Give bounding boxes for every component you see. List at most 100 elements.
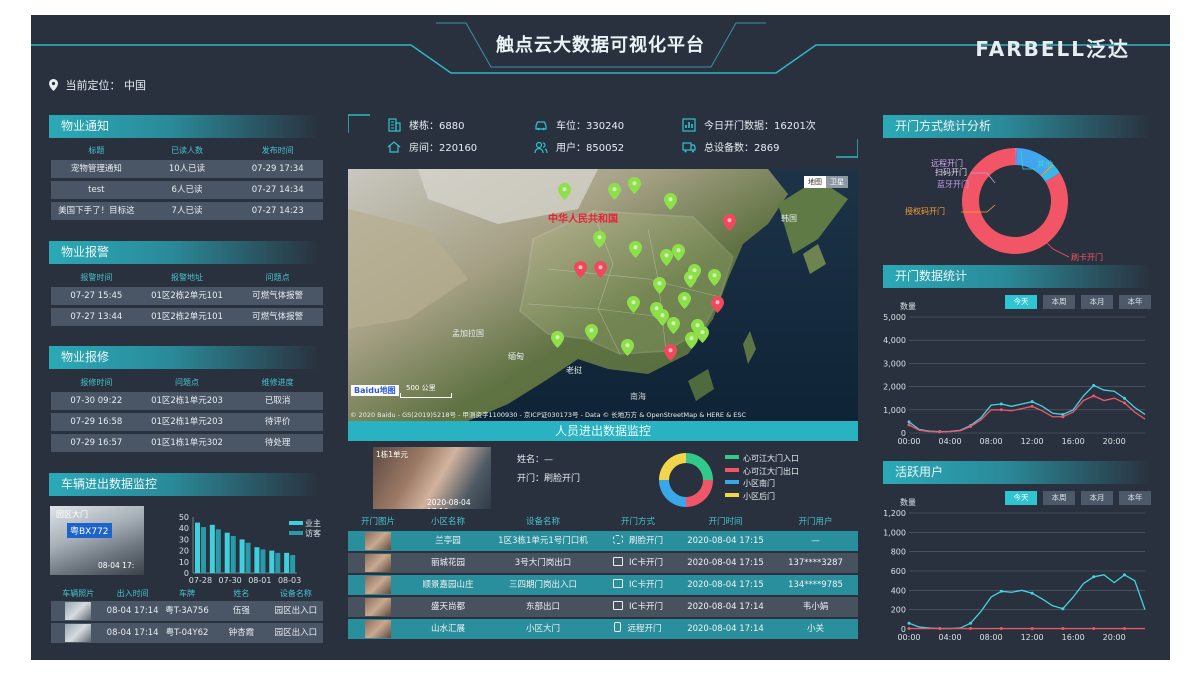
dashboard: 触点云大数据可视化平台 FARBELL泛达 当前定位： 中国 物业通知 标题 已…: [31, 15, 1170, 660]
map-marker-alert[interactable]: [594, 261, 607, 281]
vehicle-cell: 钟杏霞: [228, 628, 255, 638]
active-x-tick: 12:00: [1021, 633, 1044, 642]
vehicle-plate: 粤BX772: [67, 523, 112, 538]
access-cell: 顺景嘉园山庄: [422, 580, 474, 590]
active-point: [907, 627, 911, 631]
map-pin-icon: [627, 296, 640, 313]
map-marker[interactable]: [629, 241, 642, 261]
stat-today-open: 今日开门数据：16201次: [682, 117, 816, 132]
map-marker[interactable]: [667, 317, 680, 337]
map-marker-alert[interactable]: [711, 296, 724, 316]
map-marker[interactable]: [585, 324, 598, 344]
ic-card-icon: [613, 601, 624, 610]
vehicle-bar: [224, 532, 230, 573]
access-row[interactable]: 丽城花园 3号大门岗出口 IC卡开门 2020-08-04 17:15 137*…: [348, 553, 858, 573]
access-row[interactable]: 顺景嘉园山庄 三四期门岗出入口 IC卡开门 2020-08-04 17:15 1…: [348, 575, 858, 595]
vehicle-photo[interactable]: 园区大门 粤BX772 08-04 17:: [50, 506, 144, 575]
stat-today-open-label: 今日开门数据：: [704, 121, 774, 132]
repair-row[interactable]: 07-29 16:57 01区1栋1单元302 待处理: [51, 434, 323, 452]
active-users-tab-month[interactable]: 本月: [1081, 491, 1113, 505]
door-stats-tab-week[interactable]: 本周: [1043, 295, 1075, 309]
active-point: [999, 627, 1003, 631]
vehicle-col-device: 设备名称: [279, 589, 312, 598]
map-marker[interactable]: [684, 271, 697, 291]
repair-row[interactable]: 07-29 16:58 01区2栋1单元203 待评价: [51, 413, 323, 431]
notice-row[interactable]: 美国下手了！目标这 7人已读 07-27 14:23: [51, 202, 323, 220]
map-pin-icon: [574, 261, 587, 278]
stat-users: 用户：850052: [534, 139, 624, 154]
door-stats-tab-month[interactable]: 本月: [1081, 295, 1113, 309]
door-stats-tab-today[interactable]: 今天: [1005, 295, 1037, 309]
repair-col-issue: 问题点: [175, 378, 199, 387]
map-marker[interactable]: [558, 183, 571, 203]
access-row[interactable]: 兰亭园 1区3栋1单元1号门口机 刷脸开门 2020-08-04 17:15 —: [348, 531, 858, 551]
access-cell: 3号大门岗出口: [514, 558, 572, 568]
vehicle-legend-label: 业主: [305, 518, 321, 528]
alarm-col-time: 报警时间: [80, 273, 113, 282]
vehicle-row[interactable]: 08-04 17:14 粤T-3A756 伍强 园区出入口: [51, 601, 323, 621]
access-row[interactable]: 山水汇展 小区大门 远程开门 2020-08-04 17:14 小关: [348, 619, 858, 639]
alarm-row[interactable]: 07-27 13:44 01区2栋2单元101 可燃气体报警: [51, 308, 323, 326]
vehicle-bar: [215, 529, 221, 573]
vehicle-thumb: [51, 623, 105, 643]
bar-chart-icon: [682, 118, 696, 132]
vehicle-bar: [284, 552, 290, 573]
face-photo-caption: 1栋1单元: [376, 450, 409, 459]
map-marker[interactable]: [621, 339, 634, 359]
door-stats-tabs: 今天 本周 本月 本年: [1005, 295, 1151, 309]
access-row[interactable]: 盛天尚都 东部出口 IC卡开门 2020-08-04 17:14 韦小娟: [348, 597, 858, 617]
active-users-tab-year[interactable]: 本年: [1119, 491, 1151, 505]
access-method: IC卡开门: [598, 575, 678, 595]
legend-swatch: [725, 492, 739, 497]
map-marker[interactable]: [664, 193, 677, 213]
notice-row[interactable]: 宠物管理通知 10人已读 07-29 17:34: [51, 160, 323, 178]
active-users-tab-today[interactable]: 今天: [1005, 491, 1037, 505]
repair-row[interactable]: 07-30 09:22 01区2栋1单元203 已取消: [51, 392, 323, 410]
access-thumb: [348, 619, 408, 639]
stat-rooms-label: 房间：: [409, 143, 439, 154]
map-marker[interactable]: [593, 231, 606, 251]
map-view-button[interactable]: 地图: [804, 176, 826, 188]
map-marker[interactable]: [672, 244, 685, 264]
access-col-time: 开门时间: [708, 517, 743, 527]
legend-swatch: [725, 480, 739, 484]
repair-cell: 01区2栋1单元203: [151, 417, 223, 427]
stat-users-value: 850052: [586, 143, 625, 154]
map-marker[interactable]: [678, 292, 691, 312]
stat-devices-value: 2869: [754, 143, 780, 154]
map-marker[interactable]: [685, 332, 698, 352]
vehicle-y-tick: 50: [179, 513, 189, 522]
map-marker[interactable]: [708, 269, 721, 289]
map-marker[interactable]: [627, 296, 640, 316]
door-point: [1122, 396, 1126, 400]
map-marker[interactable]: [551, 331, 564, 351]
door-stats-tab-year[interactable]: 本年: [1119, 295, 1151, 309]
stat-parking-value: 330240: [586, 121, 625, 132]
alarm-row[interactable]: 07-27 15:45 01区2栋2单元101 可燃气体报警: [51, 287, 323, 305]
door-point: [1061, 415, 1065, 419]
stat-parking-label: 车位：: [556, 121, 586, 132]
notice-row[interactable]: test 6人已读 07-27 14:34: [51, 181, 323, 199]
phone-icon: [614, 622, 622, 632]
person-open-method: 开门：刷脸开门: [517, 471, 580, 484]
door-series-line: [908, 395, 1146, 433]
active-users-tab-week[interactable]: 本周: [1043, 491, 1075, 505]
legend-label: 心可江大门出口: [743, 466, 799, 476]
vehicle-bar: [239, 539, 245, 573]
map-marker-alert[interactable]: [574, 261, 587, 281]
map-marker[interactable]: [608, 183, 621, 203]
map-scale-bar: [400, 393, 452, 398]
vehicle-col-name: 姓名: [233, 589, 250, 598]
map-pin-icon: [558, 183, 571, 200]
map-marker-alert[interactable]: [723, 214, 736, 234]
map-marker[interactable]: [653, 277, 666, 297]
china-map[interactable]: 地图 卫星 中华人民共和国 韩国 孟加拉国 老挝 南海 缅甸 Baidu地图 5…: [348, 169, 858, 421]
access-cell: —: [811, 536, 820, 546]
satellite-view-button[interactable]: 卫星: [826, 176, 848, 188]
vehicle-row[interactable]: 08-04 17:14 粤T-04Y62 钟杏霞 园区出入口: [51, 623, 323, 643]
map-marker-alert[interactable]: [664, 344, 677, 364]
repair-section-title: 物业报修: [49, 346, 319, 369]
map-marker[interactable]: [628, 177, 641, 197]
door-stats-section-title: 开门数据统计: [883, 265, 1151, 288]
face-capture-photo[interactable]: 1栋1单元 2020-08-04 17:10: [373, 447, 491, 509]
